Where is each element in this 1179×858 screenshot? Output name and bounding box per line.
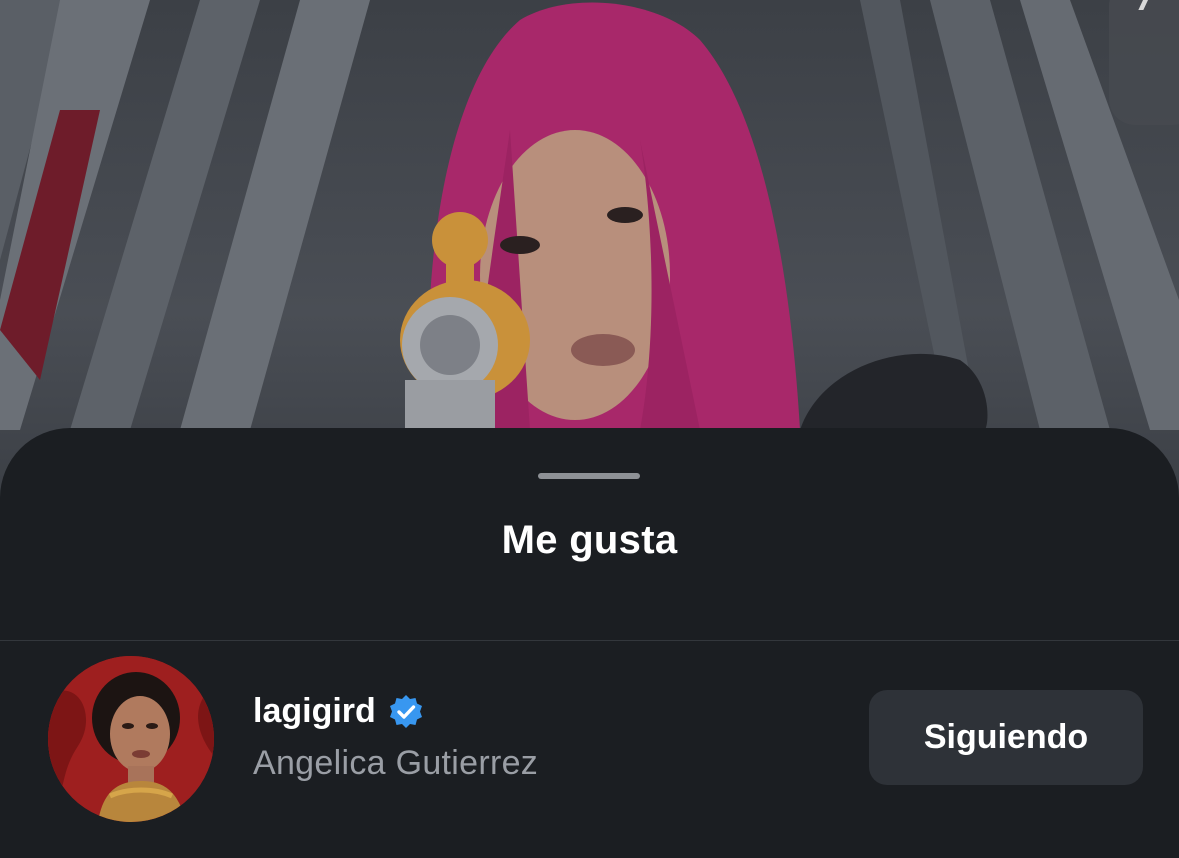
verified-badge-icon [389,694,422,728]
avatar-image [48,656,214,822]
avatar[interactable] [48,656,214,822]
likes-sheet: Me gusta lagigird Angelica Gutierrez Sig… [0,428,1179,858]
sheet-title: Me gusta [501,518,678,562]
username-row: lagigird [253,692,424,731]
chevron-icon [1138,0,1167,10]
username[interactable]: lagigird [253,692,376,731]
following-button[interactable]: Siguiendo [869,690,1143,785]
sheet-grabber[interactable] [538,473,640,479]
divider [0,640,1179,641]
likes-screen: Me gusta lagigird Angelica Gutierrez Sig… [0,0,1179,858]
list-item[interactable]: lagigird Angelica Gutierrez Siguiendo [0,654,1179,824]
top-right-control[interactable] [1109,0,1179,125]
full-name: Angelica Gutierrez [253,744,539,782]
